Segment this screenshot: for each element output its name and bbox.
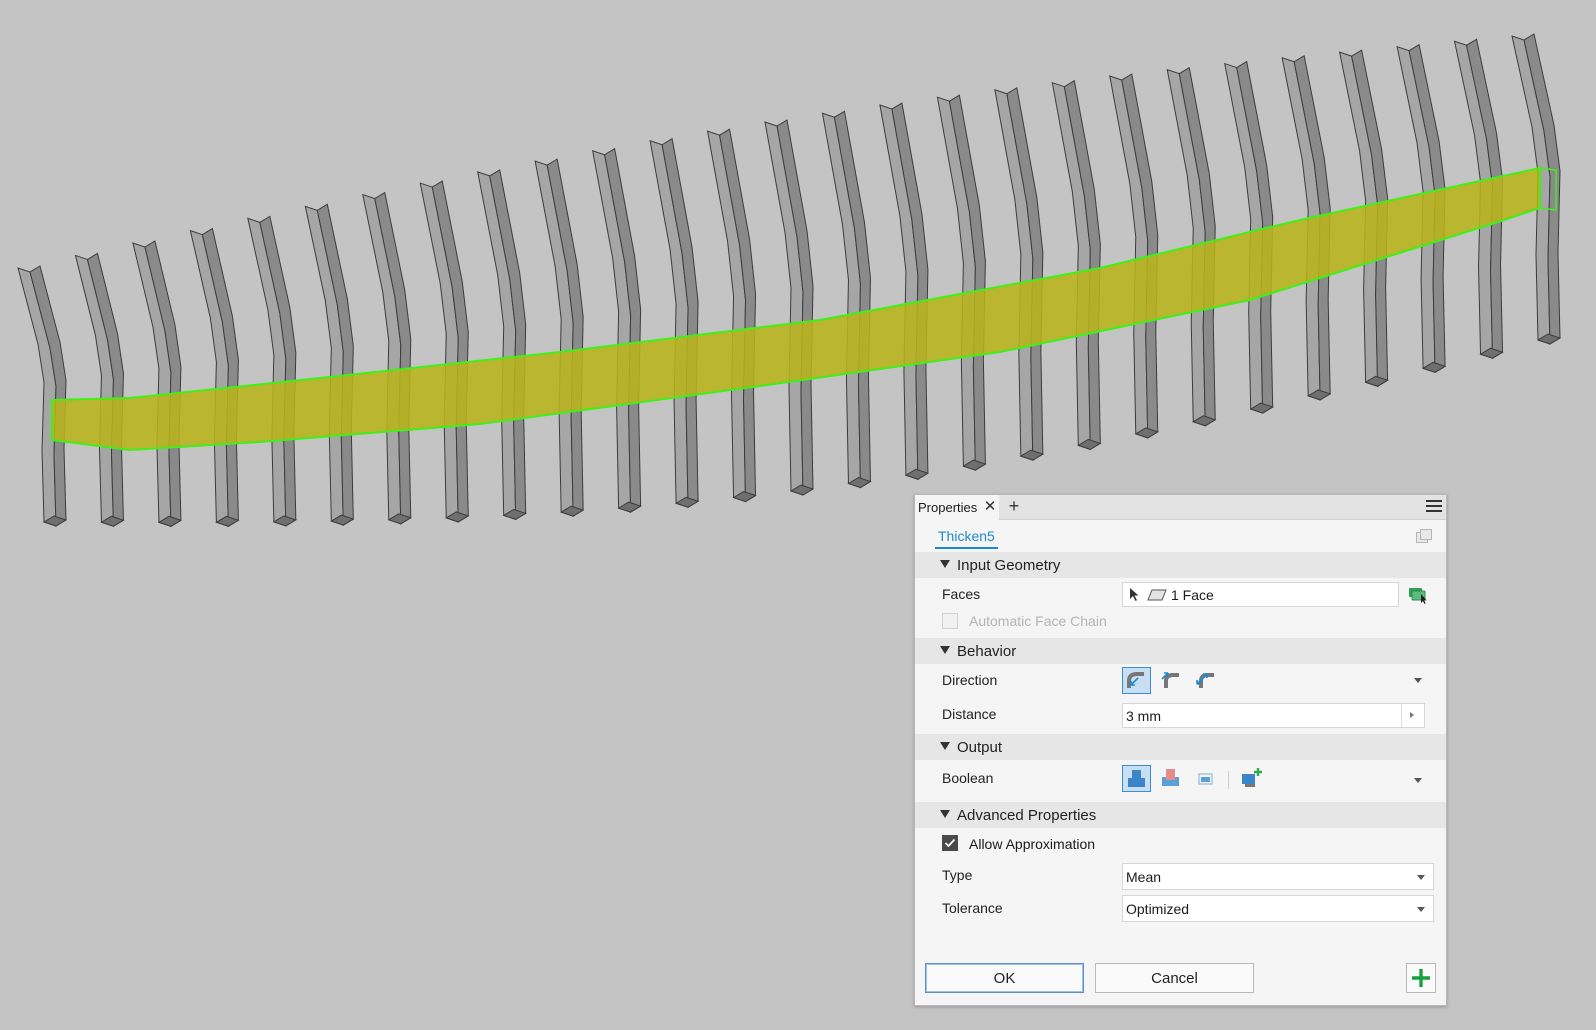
properties-tab-label: Properties	[918, 500, 978, 515]
new-solid-icon	[1242, 768, 1262, 787]
tolerance-value: Optimized	[1126, 901, 1190, 917]
auto-face-chain-checkbox[interactable]	[942, 613, 958, 629]
boolean-row: Boolean	[915, 760, 1446, 800]
section-behavior[interactable]: Behavior	[915, 638, 1446, 664]
separator	[1228, 771, 1229, 789]
face-icon	[1147, 589, 1167, 601]
faces-row: Faces 1 Face	[915, 578, 1446, 610]
form-layout-icon[interactable]	[1415, 528, 1433, 544]
distance-input[interactable]: 3 mm	[1122, 703, 1425, 728]
direction-2-button[interactable]	[1157, 667, 1186, 694]
section-input-geometry-label: Input Geometry	[957, 557, 1061, 574]
feature-title-row: Thicken5	[915, 520, 1446, 552]
allow-approximation-row: Allow Approximation	[915, 828, 1446, 858]
distance-row: Distance 3 mm	[915, 696, 1446, 732]
collapse-triangle-icon	[940, 742, 950, 750]
collapse-triangle-icon	[940, 646, 950, 654]
section-advanced-properties[interactable]: Advanced Properties	[915, 802, 1446, 828]
collapse-triangle-icon	[940, 810, 950, 818]
distance-value: 3 mm	[1126, 708, 1161, 724]
boolean-cut-button[interactable]	[1157, 765, 1186, 792]
close-icon[interactable]: ✕	[983, 498, 997, 515]
section-input-geometry[interactable]: Input Geometry	[915, 552, 1446, 578]
allow-approximation-label: Allow Approximation	[969, 836, 1096, 852]
direction-1-button[interactable]	[1122, 667, 1151, 694]
type-select[interactable]: Mean	[1122, 863, 1434, 890]
type-label: Type	[942, 867, 973, 883]
boolean-label: Boolean	[942, 770, 994, 786]
boolean-join-button[interactable]	[1122, 765, 1151, 792]
cut-icon	[1162, 769, 1179, 786]
collapse-triangle-icon	[940, 560, 950, 568]
section-advanced-label: Advanced Properties	[957, 807, 1097, 824]
cancel-label: Cancel	[1151, 969, 1198, 987]
section-behavior-label: Behavior	[957, 643, 1017, 660]
direction-dropdown-arrow-icon[interactable]	[1414, 678, 1422, 683]
boolean-dropdown-arrow-icon[interactable]	[1414, 778, 1422, 783]
checkmark-icon	[944, 838, 956, 848]
chevron-down-icon	[1417, 875, 1425, 880]
plus-icon	[1412, 969, 1430, 987]
boolean-intersect-button[interactable]	[1192, 765, 1221, 792]
ok-label: OK	[993, 969, 1016, 987]
chevron-right-icon	[1410, 712, 1414, 718]
section-output[interactable]: Output	[915, 734, 1446, 760]
direction-symmetric-button[interactable]	[1192, 667, 1221, 694]
apply-add-button[interactable]	[1406, 963, 1436, 993]
properties-panel: Properties ✕ + Thicken5 Input Geometry F…	[914, 494, 1447, 1006]
faces-label: Faces	[942, 586, 981, 602]
direction-symmetric-icon	[1196, 673, 1214, 688]
ok-button[interactable]: OK	[925, 963, 1084, 993]
cursor-arrow-icon	[1130, 588, 1139, 601]
type-value: Mean	[1126, 869, 1162, 885]
tolerance-row: Tolerance Optimized	[915, 890, 1446, 924]
cancel-button[interactable]: Cancel	[1095, 963, 1254, 993]
hamburger-menu-icon[interactable]	[1426, 500, 1442, 514]
tolerance-select[interactable]: Optimized	[1122, 895, 1434, 922]
direction-row: Direction	[915, 664, 1446, 696]
faces-selector[interactable]: 1 Face	[1122, 582, 1399, 607]
select-geometry-icon[interactable]	[1408, 585, 1430, 605]
distance-stepper[interactable]	[1401, 704, 1424, 727]
add-tab-icon[interactable]: +	[1005, 496, 1023, 516]
allow-approximation-checkbox[interactable]	[942, 835, 958, 851]
feature-name[interactable]: Thicken5	[935, 528, 998, 549]
type-row: Type Mean	[915, 858, 1446, 890]
auto-face-chain-label: Automatic Face Chain	[969, 613, 1107, 629]
auto-face-chain-row: Automatic Face Chain	[915, 610, 1446, 638]
panel-tab-bar: Properties ✕ +	[915, 495, 1446, 520]
faces-value: 1 Face	[1171, 587, 1214, 603]
chevron-down-icon	[1417, 907, 1425, 912]
direction-outward-icon	[1161, 672, 1179, 688]
join-icon	[1128, 770, 1145, 787]
direction-inward-icon	[1127, 672, 1144, 688]
tolerance-label: Tolerance	[942, 900, 1003, 916]
intersect-icon	[1198, 773, 1213, 785]
panel-button-bar: OK Cancel	[915, 955, 1446, 1005]
distance-label: Distance	[942, 706, 997, 722]
section-output-label: Output	[957, 739, 1003, 756]
direction-label: Direction	[942, 672, 998, 688]
new-solid-button[interactable]	[1237, 765, 1266, 792]
